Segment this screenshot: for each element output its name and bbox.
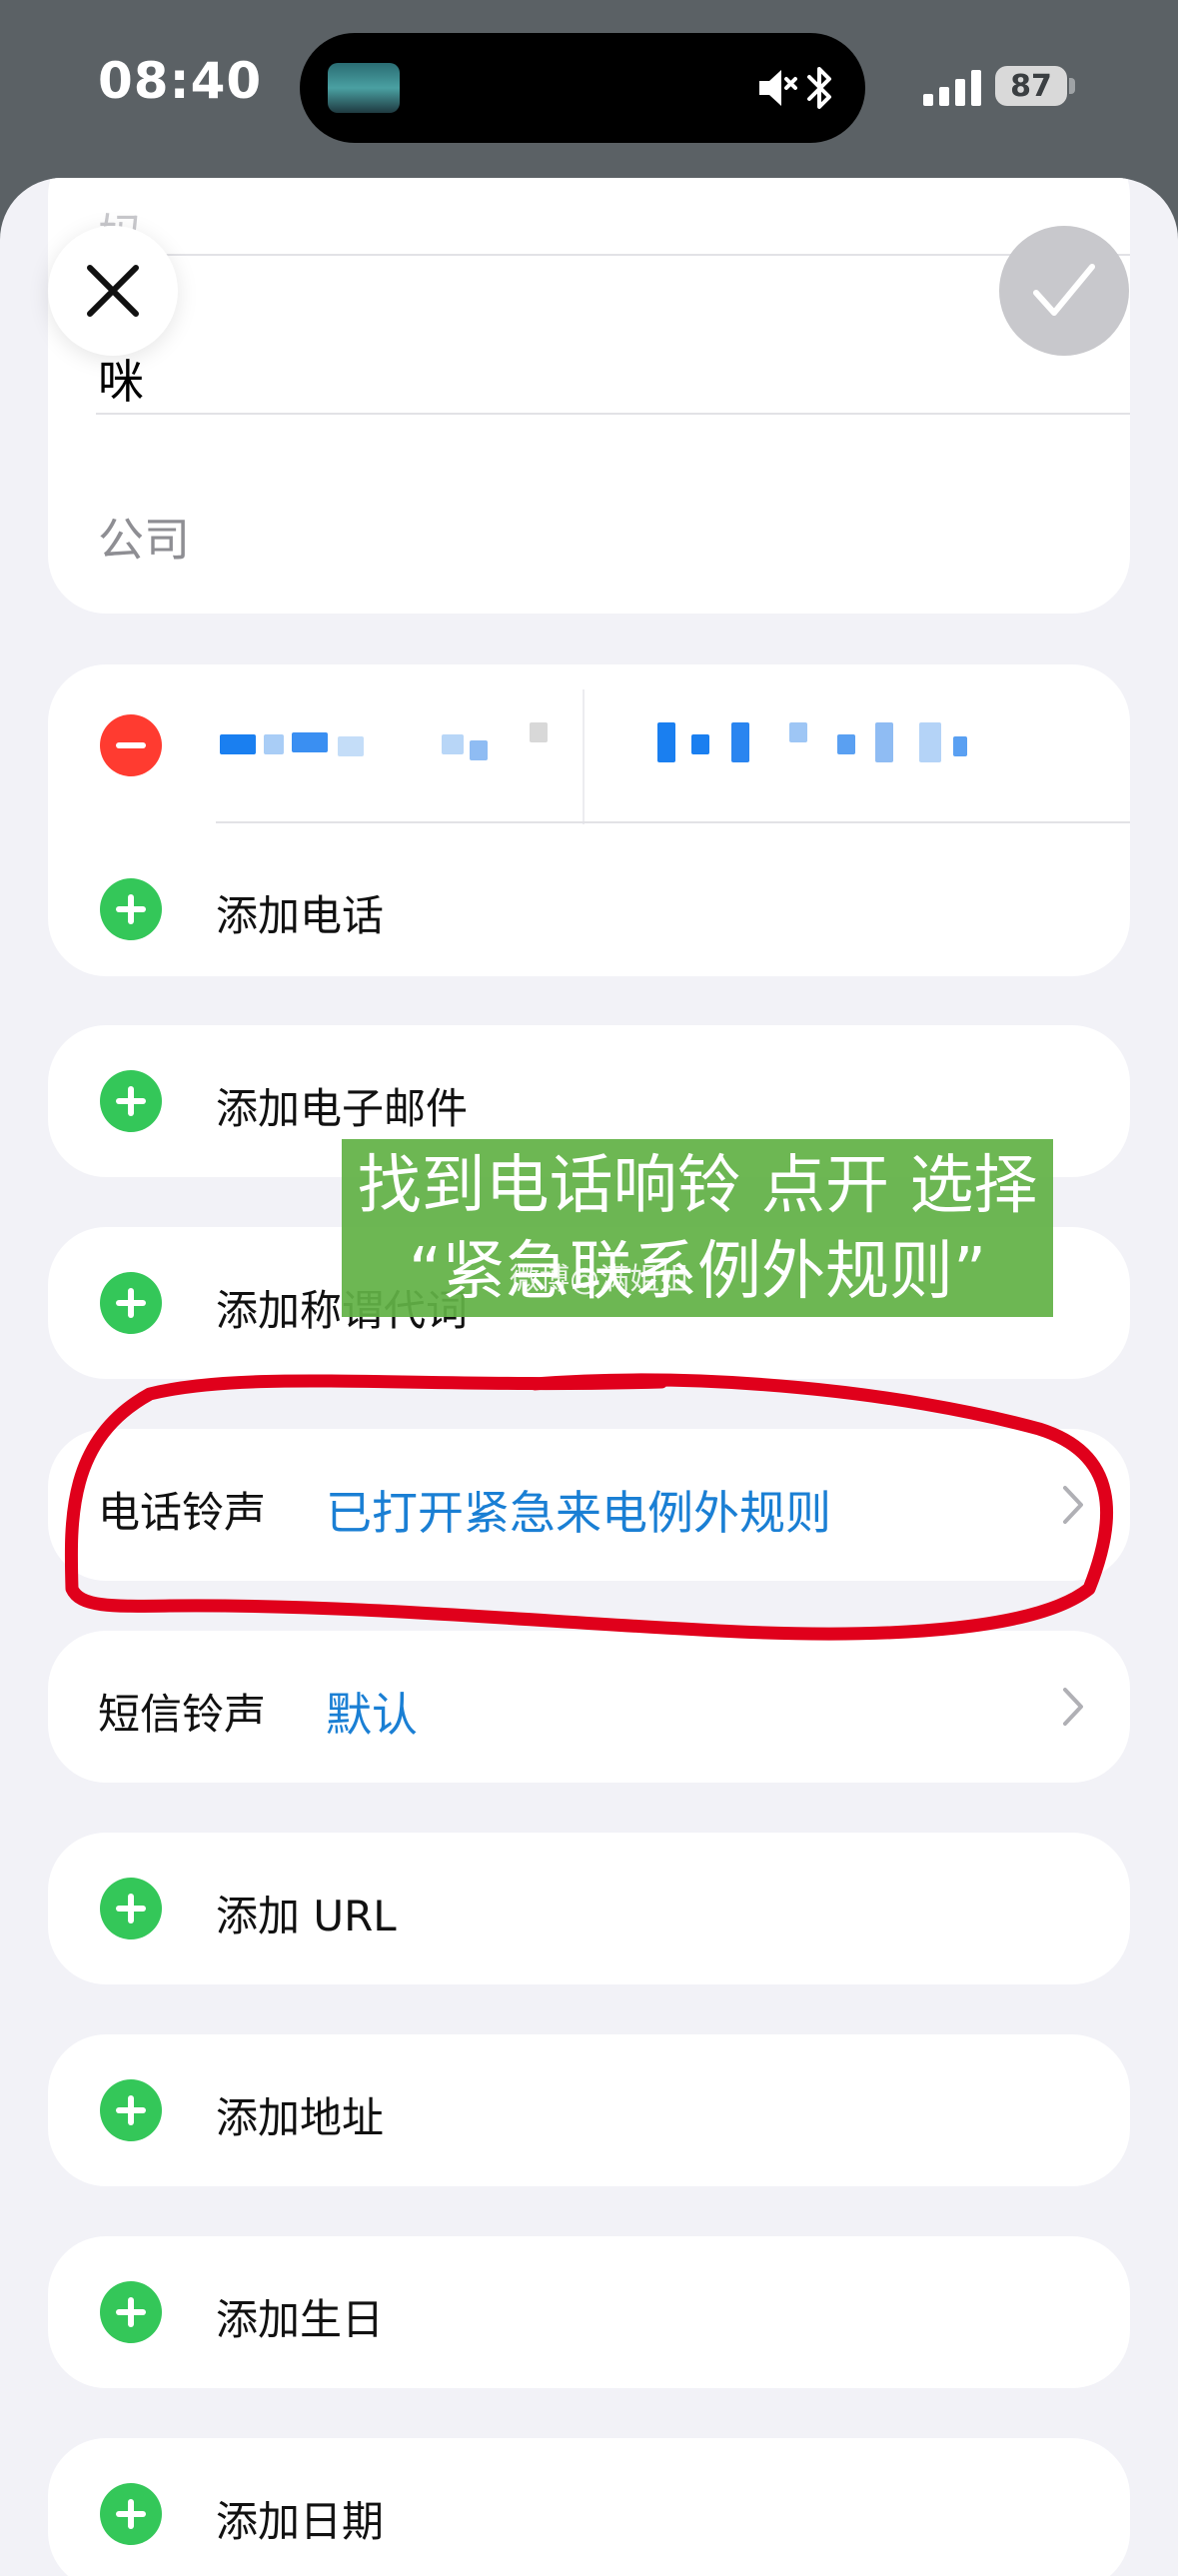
caption-line-1: 找到电话响铃 点开 选择 — [357, 1149, 1038, 1223]
close-icon — [87, 265, 139, 317]
add-phone-plus-icon[interactable] — [100, 878, 162, 940]
battery-icon: 87 — [995, 66, 1067, 106]
checkmark-icon — [1033, 264, 1095, 316]
add-birthday-plus-icon[interactable] — [100, 2281, 162, 2343]
chevron-right-icon — [1063, 1486, 1083, 1524]
text-tone-card[interactable]: 短信铃声 默认 — [48, 1631, 1130, 1783]
annotation-caption: 找到电话响铃 点开 选择 “紧急联系例外规则” — [342, 1139, 1053, 1317]
add-pronoun-plus-icon[interactable] — [100, 1272, 162, 1334]
separator — [96, 413, 1130, 415]
url-card[interactable]: 添加 URL — [48, 1833, 1130, 1984]
now-playing-thumbnail — [328, 63, 400, 113]
address-card[interactable]: 添加地址 — [48, 2034, 1130, 2186]
add-email-button[interactable]: 添加电子邮件 — [216, 1075, 468, 1136]
company-field[interactable]: 公司 — [98, 504, 190, 570]
ringtone-value[interactable]: 已打开紧急来电例外规则 — [326, 1477, 831, 1543]
add-email-plus-icon[interactable] — [100, 1070, 162, 1132]
island-icons — [757, 61, 835, 115]
name-card: 妈 咪 公司 — [48, 178, 1130, 614]
cellular-icon — [923, 70, 981, 106]
add-address-button[interactable]: 添加地址 — [216, 2084, 384, 2145]
bluetooth-icon — [807, 67, 831, 109]
battery-cap — [1069, 78, 1075, 94]
delete-phone-button[interactable] — [100, 714, 162, 776]
done-button[interactable] — [999, 226, 1129, 356]
edit-contact-sheet: 妈 咪 公司 添加电话 — [0, 178, 1178, 2576]
add-phone-button[interactable]: 添加电话 — [216, 882, 384, 943]
dynamic-island[interactable] — [300, 33, 865, 143]
speaker-icon — [759, 70, 797, 106]
phone-label-blurred[interactable] — [220, 722, 599, 772]
caption-line-2: “紧急联系例外规则” — [408, 1235, 987, 1309]
add-date-button[interactable]: 添加日期 — [216, 2488, 384, 2549]
status-time: 08:40 — [98, 52, 263, 110]
cancel-button[interactable] — [48, 226, 178, 356]
text-tone-value[interactable]: 默认 — [326, 1679, 418, 1745]
add-address-plus-icon[interactable] — [100, 2079, 162, 2141]
birthday-card[interactable]: 添加生日 — [48, 2236, 1130, 2388]
chevron-right-icon — [1063, 1688, 1083, 1726]
phone-divider — [583, 689, 585, 824]
separator — [96, 254, 1130, 256]
text-tone-label: 短信铃声 — [98, 1690, 267, 1739]
add-url-button[interactable]: 添加 URL — [216, 1883, 397, 1943]
phone-card: 添加电话 — [48, 664, 1130, 976]
status-bar: 08:40 87 — [0, 0, 1178, 180]
first-name-field[interactable]: 咪 — [98, 346, 144, 412]
phone-number-blurred[interactable] — [657, 722, 1057, 772]
ringtone-label: 电话铃声 — [98, 1488, 267, 1537]
add-date-plus-icon[interactable] — [100, 2483, 162, 2545]
watermark: 微博@满姐姐 — [510, 1262, 689, 1297]
separator — [216, 821, 1130, 823]
add-url-plus-icon[interactable] — [100, 1878, 162, 1939]
date-card[interactable]: 添加日期 — [48, 2438, 1130, 2576]
add-birthday-button[interactable]: 添加生日 — [216, 2286, 384, 2347]
ringtone-card[interactable]: 电话铃声 已打开紧急来电例外规则 — [48, 1429, 1130, 1581]
